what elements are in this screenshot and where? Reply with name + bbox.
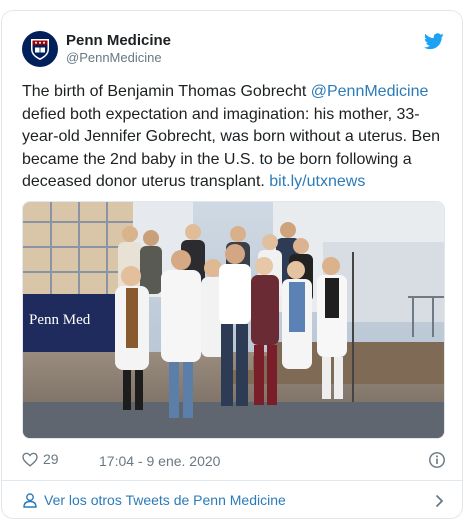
like-count: 29: [43, 451, 59, 467]
tweet-photo[interactable]: Penn Med: [22, 201, 445, 439]
mention-link[interactable]: @PennMedicine: [311, 83, 429, 100]
tweet-meta: 29 17:04 - 9 ene. 2020: [22, 451, 446, 471]
view-more-tweets-link[interactable]: Ver los otros Tweets de Penn Medicine: [2, 481, 462, 518]
handle[interactable]: @PennMedicine: [66, 50, 171, 66]
display-name[interactable]: Penn Medicine: [66, 31, 171, 50]
heart-icon: [22, 452, 38, 467]
user-icon: [23, 493, 37, 508]
author-names[interactable]: Penn Medicine @PennMedicine: [66, 31, 171, 66]
group-photo: Penn Med: [23, 202, 444, 438]
penn-shield-icon: [31, 39, 49, 60]
short-link[interactable]: bit.ly/utxnews: [269, 173, 365, 190]
tweet-text-part-2: defied both expectation and imagination:…: [22, 105, 440, 191]
tweet-card: Penn Medicine @PennMedicine The birth of…: [1, 10, 463, 519]
like-button[interactable]: 29: [22, 451, 59, 467]
penn-sign-text: Penn Med: [29, 312, 91, 328]
timestamp[interactable]: 17:04 - 9 ene. 2020: [99, 453, 220, 469]
tweet-text: The birth of Benjamin Thomas Gobrecht @P…: [22, 81, 446, 194]
chevron-right-icon: [435, 494, 444, 508]
view-more-label: Ver los otros Tweets de Penn Medicine: [44, 492, 286, 508]
twitter-bird-icon[interactable]: [424, 33, 444, 55]
tweet-header: Penn Medicine @PennMedicine: [22, 31, 444, 71]
tweet-text-part-1: The birth of Benjamin Thomas Gobrecht: [22, 83, 311, 100]
info-icon[interactable]: [428, 451, 446, 472]
avatar[interactable]: [22, 31, 58, 67]
